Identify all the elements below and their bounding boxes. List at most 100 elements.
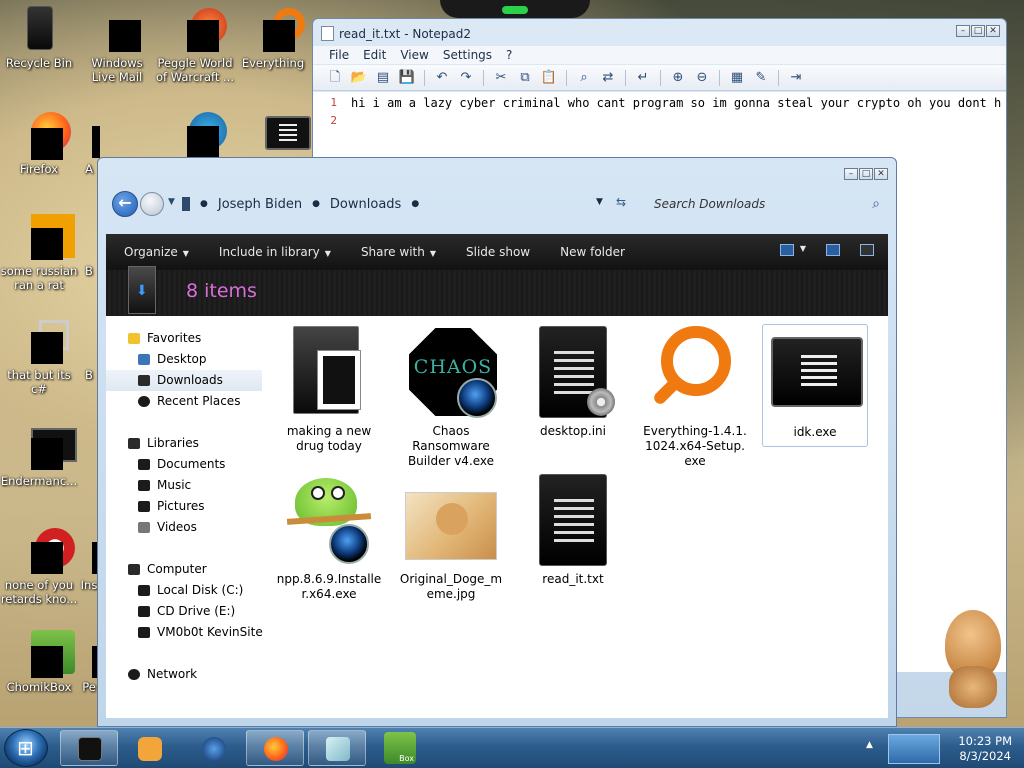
nav-music[interactable]: Music: [106, 475, 266, 496]
explorer-window[interactable]: – □ ✕ ← ▼ ● Joseph Biden ● Downloads ● ▼…: [97, 157, 897, 727]
zoom-out-icon[interactable]: ⊖: [692, 69, 712, 87]
taskbar-media-button[interactable]: [120, 730, 178, 766]
help-icon[interactable]: [860, 244, 874, 256]
desktop-icon-everything[interactable]: Everything: [234, 6, 312, 70]
taskbar-notepad-button[interactable]: [308, 730, 366, 766]
nav-computer[interactable]: Computer: [106, 559, 266, 580]
wordwrap-icon[interactable]: ↵: [633, 69, 653, 87]
chevron-down-icon[interactable]: ▼: [800, 244, 806, 256]
desktop-icon-peggle[interactable]: Peggle World of Warcraft ...: [156, 6, 234, 84]
menu-help[interactable]: ?: [506, 46, 512, 64]
redo-icon[interactable]: ↷: [456, 69, 476, 87]
scheme-icon[interactable]: ▦: [727, 69, 747, 87]
nav-cd-drive[interactable]: CD Drive (E:): [106, 601, 266, 622]
new-folder-button[interactable]: New folder: [560, 245, 625, 259]
desktop-icon-unknown-2[interactable]: [234, 112, 312, 162]
close-button[interactable]: ✕: [874, 168, 888, 180]
desktop-icon-firefox[interactable]: Firefox: [0, 112, 78, 176]
forward-button[interactable]: [140, 192, 164, 216]
nav-vm-share[interactable]: VM0b0t KevinSite: [106, 622, 266, 643]
nav-desktop[interactable]: Desktop: [106, 349, 266, 370]
file-item[interactable]: CHAOS Chaos Ransomware Builder v4.exe: [398, 324, 504, 469]
minimize-button[interactable]: –: [844, 168, 858, 180]
new-icon[interactable]: 🗋: [325, 69, 345, 87]
taskbar-chomikbox-button[interactable]: Box: [370, 730, 428, 766]
network-tray-icon[interactable]: [888, 734, 940, 764]
menu-view[interactable]: View: [400, 46, 428, 64]
desktop-icon-label: some russian ran a rat: [0, 264, 78, 292]
chomikbox-label: Box: [399, 754, 414, 763]
browse-icon[interactable]: ▤: [373, 69, 393, 87]
customize-icon[interactable]: ✎: [751, 69, 771, 87]
start-button[interactable]: [4, 729, 48, 767]
nav-libraries[interactable]: Libraries: [106, 433, 266, 454]
breadcrumb-user[interactable]: Joseph Biden: [218, 197, 302, 212]
refresh-icon[interactable]: ⇆: [616, 195, 626, 209]
clock[interactable]: 10:23 PM 8/3/2024: [958, 734, 1012, 764]
include-library-button[interactable]: Include in library ▼: [219, 245, 331, 259]
cut-icon[interactable]: ✂: [491, 69, 511, 87]
menu-file[interactable]: File: [329, 46, 349, 64]
nav-downloads[interactable]: Downloads: [106, 370, 262, 391]
close-button[interactable]: ✕: [986, 25, 1000, 37]
desktop-icon-unknown-1[interactable]: [156, 112, 234, 162]
desktop-icon-rat[interactable]: some russian ran a rat: [0, 214, 78, 292]
file-item-selected[interactable]: idk.exe: [762, 324, 868, 447]
minimize-button[interactable]: –: [956, 25, 970, 37]
menu-settings[interactable]: Settings: [443, 46, 492, 64]
copy-icon[interactable]: ⧉: [515, 69, 535, 87]
undo-icon[interactable]: ↶: [432, 69, 452, 87]
desktop-icon-retards[interactable]: none of you retards kno...: [0, 528, 78, 606]
nav-documents[interactable]: Documents: [106, 454, 266, 475]
chevron-down-icon: ▼: [429, 249, 436, 258]
save-icon[interactable]: 💾: [397, 69, 417, 87]
file-item[interactable]: Original_Doge_meme.jpg: [398, 472, 504, 602]
nav-network[interactable]: Network: [106, 664, 266, 685]
menu-edit[interactable]: Edit: [363, 46, 386, 64]
desktop-icon-windows-live-mail[interactable]: Windows Live Mail: [78, 6, 156, 84]
taskbar-ie-button[interactable]: [184, 730, 242, 766]
file-item[interactable]: read_it.txt: [520, 472, 626, 587]
desktop-icon-enderman[interactable]: Endermanc...: [0, 424, 78, 488]
maximize-button[interactable]: □: [971, 25, 985, 37]
slide-show-button[interactable]: Slide show: [466, 245, 530, 259]
nav-favorites[interactable]: Favorites: [106, 328, 266, 349]
file-item[interactable]: making a new drug today: [276, 324, 382, 454]
search-icon[interactable]: ⌕: [872, 191, 880, 217]
nav-recent-places[interactable]: Recent Places: [106, 391, 266, 412]
recent-pages-dropdown[interactable]: ▼: [168, 197, 175, 207]
libraries-icon: [128, 438, 140, 449]
open-icon[interactable]: 📂: [349, 69, 369, 87]
address-dropdown[interactable]: ▼: [596, 197, 603, 207]
nav-pictures[interactable]: Pictures: [106, 496, 266, 517]
nav-videos[interactable]: Videos: [106, 517, 266, 538]
back-button[interactable]: ←: [112, 191, 138, 217]
notepad-title: read_it.txt - Notepad2: [339, 27, 471, 41]
breadcrumb-downloads[interactable]: Downloads: [330, 197, 401, 212]
share-with-button[interactable]: Share with ▼: [361, 245, 436, 259]
taskbar-firefox-button[interactable]: [246, 730, 304, 766]
desktop-icon-chomikbox[interactable]: ChomikBox: [0, 630, 78, 694]
file-item[interactable]: desktop.ini: [520, 324, 626, 439]
taskbar-explorer-button[interactable]: [60, 730, 118, 766]
preview-pane-icon[interactable]: [826, 244, 840, 256]
view-options-icon[interactable]: [779, 244, 794, 256]
file-item[interactable]: Everything-1.4.1.1024.x64-Setup.exe: [642, 324, 748, 469]
editor-text[interactable]: hi i am a lazy cyber criminal who cant p…: [351, 94, 1001, 112]
desktop-icon-csharp[interactable]: that but its c#: [0, 318, 78, 396]
file-name: desktop.ini: [540, 424, 606, 438]
address-bar[interactable]: ● Joseph Biden ● Downloads ●: [182, 191, 622, 217]
search-input[interactable]: Search Downloads ⌕: [648, 191, 886, 217]
file-item[interactable]: npp.8.6.9.Installer.x64.exe: [276, 472, 382, 602]
replace-icon[interactable]: ⇄: [598, 69, 618, 87]
exit-icon[interactable]: ⇥: [786, 69, 806, 87]
zoom-in-icon[interactable]: ⊕: [668, 69, 688, 87]
desktop-icon-label: Recycle Bin: [5, 56, 73, 70]
nav-local-disk[interactable]: Local Disk (C:): [106, 580, 266, 601]
show-hidden-icons-button[interactable]: ▲: [866, 740, 873, 750]
desktop-icon-recycle-bin[interactable]: Recycle Bin: [0, 6, 78, 70]
paste-icon[interactable]: 📋: [539, 69, 559, 87]
organize-button[interactable]: Organize ▼: [124, 245, 189, 259]
maximize-button[interactable]: □: [859, 168, 873, 180]
find-icon[interactable]: ⌕: [574, 69, 594, 87]
